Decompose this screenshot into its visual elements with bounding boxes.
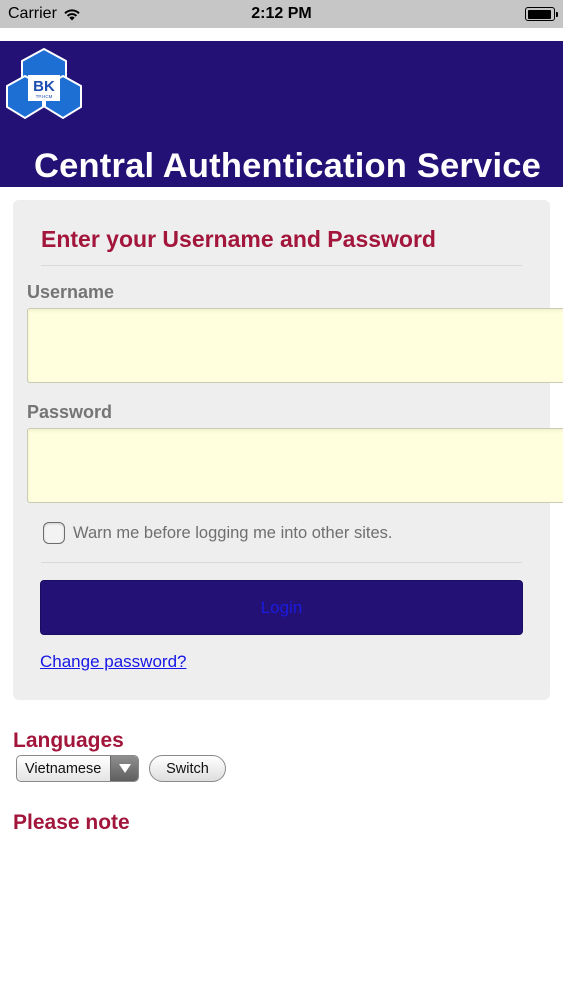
- chevron-down-icon: [110, 756, 138, 781]
- language-select[interactable]: Vietnamese: [16, 755, 139, 782]
- change-password-link[interactable]: Change password?: [40, 652, 186, 672]
- header-gap: [0, 28, 563, 41]
- form-divider: [41, 562, 522, 563]
- status-bar: Carrier 2:12 PM: [0, 0, 563, 28]
- wifi-icon: [64, 9, 80, 21]
- login-button-label: Login: [260, 597, 303, 617]
- status-time: 2:12 PM: [251, 5, 312, 22]
- languages-heading: Languages: [13, 729, 124, 752]
- university-logo: BK TP.HCM: [6, 47, 82, 120]
- carrier-name: Carrier: [8, 5, 57, 22]
- logo-text: BK: [33, 78, 55, 95]
- username-input[interactable]: [27, 308, 563, 383]
- login-heading: Enter your Username and Password: [41, 226, 436, 252]
- password-label: Password: [27, 402, 113, 422]
- please-note-heading: Please note: [13, 811, 130, 834]
- header: BK TP.HCM Central Authentication Service: [0, 41, 563, 187]
- logo-subtext: TP.HCM: [36, 94, 53, 99]
- status-left: Carrier: [8, 5, 81, 23]
- password-input[interactable]: [27, 428, 563, 503]
- login-form: Enter your Username and Password Usernam…: [13, 200, 563, 700]
- page-title: Central Authentication Service: [34, 147, 542, 185]
- login-button[interactable]: Login: [40, 580, 523, 635]
- heading-divider: [41, 265, 522, 266]
- battery-fill: [527, 9, 552, 19]
- battery-icon: [525, 7, 558, 21]
- warn-checkbox[interactable]: [43, 522, 65, 544]
- switch-language-button[interactable]: Switch: [149, 755, 226, 782]
- language-select-value: Vietnamese: [25, 760, 102, 777]
- warn-row: Warn me before logging me into other sit…: [43, 522, 392, 544]
- username-label: Username: [27, 282, 115, 302]
- warn-label[interactable]: Warn me before logging me into other sit…: [73, 524, 392, 543]
